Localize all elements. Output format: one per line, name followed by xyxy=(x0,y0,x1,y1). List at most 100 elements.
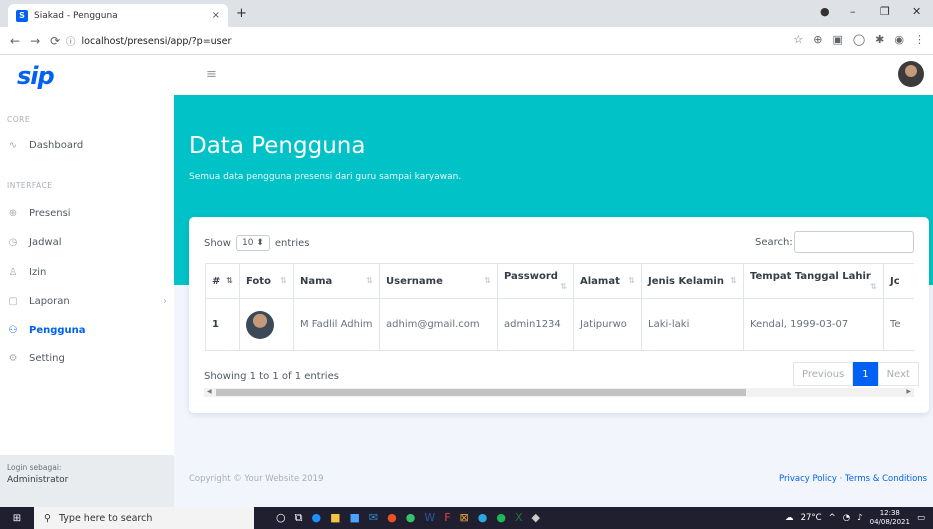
reload-icon[interactable]: ⟳ xyxy=(50,34,60,48)
minimize-icon[interactable]: – xyxy=(850,5,856,18)
footer-links: Privacy Policy · Terms & Conditions xyxy=(779,474,927,484)
top-navbar: sip ≡ xyxy=(0,55,933,95)
sort-icon: ⇅ xyxy=(484,275,491,285)
tray-chevron-icon[interactable]: ^ xyxy=(829,513,836,523)
table-row: 1 M Fadlil Adhim adhim@gmail.com admin12… xyxy=(205,298,914,351)
file-explorer-icon[interactable]: ■ xyxy=(330,511,340,525)
search-input[interactable] xyxy=(794,231,914,253)
column-header[interactable]: Username ⇅ xyxy=(379,263,498,299)
column-header[interactable]: Jc xyxy=(883,263,914,299)
new-tab-button[interactable]: + xyxy=(236,6,247,21)
show-label: Show xyxy=(204,237,231,249)
weather-icon[interactable]: ☁ xyxy=(785,513,794,523)
maximize-icon[interactable]: ❐ xyxy=(880,5,890,18)
extension-opera-icon[interactable]: ◯ xyxy=(853,33,865,46)
extensions-puzzle-icon[interactable]: ✱ xyxy=(875,33,884,46)
sidebar-item-label: Jadwal xyxy=(29,237,62,248)
volume-icon[interactable]: ♪ xyxy=(857,513,862,523)
sidebar-toggle-icon[interactable]: ≡ xyxy=(206,67,217,82)
windows-start-icon[interactable]: ⊞ xyxy=(0,513,34,524)
privacy-link[interactable]: Privacy Policy xyxy=(779,474,837,484)
store-icon[interactable]: ■ xyxy=(349,511,359,525)
window-close-icon[interactable]: ✕ xyxy=(912,5,921,18)
sidebar-heading-core: CORE xyxy=(7,115,31,124)
page-1-button[interactable]: 1 xyxy=(853,362,878,386)
next-button[interactable]: Next xyxy=(877,362,919,386)
app-red-icon[interactable]: F xyxy=(444,511,450,525)
extension-window-icon[interactable]: ▣ xyxy=(832,33,842,46)
network-icon[interactable]: ◔ xyxy=(843,513,850,523)
excel-icon[interactable]: X xyxy=(515,511,523,525)
app-gray-icon[interactable]: ◆ xyxy=(532,511,540,525)
word-icon[interactable]: W xyxy=(424,511,435,525)
xampp-icon[interactable]: ⊠ xyxy=(460,511,469,525)
scroll-left-icon[interactable]: ◀ xyxy=(207,388,212,395)
footer-separator: · xyxy=(836,474,846,484)
column-header[interactable]: Foto ⇅ xyxy=(239,263,294,299)
horizontal-scrollbar[interactable]: ◀ ▶ xyxy=(204,388,914,397)
info-icon: ⓘ xyxy=(66,37,76,48)
scroll-right-icon[interactable]: ▶ xyxy=(906,388,911,395)
user-avatar[interactable] xyxy=(898,61,924,87)
settings-icon: ⚙ xyxy=(8,353,18,364)
url-field[interactable]: ⓘ localhost/presensi/app/?p=user xyxy=(66,32,766,50)
mail-icon[interactable]: ✉ xyxy=(369,511,378,525)
sidebar-item-label: Dashboard xyxy=(29,140,84,151)
previous-button[interactable]: Previous xyxy=(793,362,854,386)
sort-icon: ⇅ xyxy=(560,282,567,291)
table-header-row: # ⇅ Foto ⇅ Nama ⇅ Username ⇅ Password ⇅ Alama… xyxy=(205,263,914,299)
sidebar-item-label: Laporan xyxy=(29,296,70,307)
taskbar-apps: ○ ⧉ ● ■ ■ ✉ ● ● W F ⊠ ● ● X ◆ xyxy=(276,511,540,525)
scrollbar-thumb[interactable] xyxy=(216,389,746,396)
forward-icon[interactable]: → xyxy=(30,34,40,48)
edge-icon[interactable]: ● xyxy=(311,511,321,525)
page-title: Data Pengguna xyxy=(189,133,366,159)
sidebar-footer: Login sebagai: Administrator xyxy=(0,455,174,507)
sidebar-item-setting[interactable]: ⚙ Setting xyxy=(7,353,167,364)
column-header[interactable]: # ⇅ xyxy=(205,263,240,299)
back-icon[interactable]: ← xyxy=(10,34,20,48)
sidebar-item-izin[interactable]: ♙ Izin xyxy=(7,267,167,278)
page-length-select[interactable]: 10 ⬍ xyxy=(235,235,270,251)
users-table: # ⇅ Foto ⇅ Nama ⇅ Username ⇅ Password ⇅ Alama… xyxy=(205,263,914,351)
sort-icon: ⇅ xyxy=(730,275,737,285)
tab-close-icon[interactable]: × xyxy=(212,10,220,21)
spotify-icon[interactable]: ● xyxy=(496,511,506,525)
page-subtitle: Semua data pengguna presensi dari guru s… xyxy=(189,172,462,182)
sidebar-item-laporan[interactable]: ▢ Laporan › xyxy=(7,296,167,307)
column-header[interactable]: Nama ⇅ xyxy=(293,263,380,299)
sidebar-item-jadwal[interactable]: ◷ Jadwal xyxy=(7,237,167,248)
column-header[interactable]: Alamat ⇅ xyxy=(573,263,642,299)
column-header[interactable]: Tempat Tanggal Lahir ⇅ xyxy=(743,263,884,299)
column-header[interactable]: Password ⇅ xyxy=(497,263,574,299)
cell-username: adhim@gmail.com xyxy=(379,298,498,351)
favicon-icon: S xyxy=(16,9,28,22)
cortana-icon[interactable]: ○ xyxy=(276,511,286,525)
cell-ttl: Kendal, 1999-03-07 xyxy=(743,298,884,351)
sidebar-item-presensi[interactable]: ⊕ Presensi xyxy=(7,208,167,219)
app-green-icon[interactable]: ● xyxy=(406,511,416,525)
windows-taskbar: ⊞ ⚲ Type here to search ○ ⧉ ● ■ ■ ✉ ● ● … xyxy=(0,507,933,529)
bookmark-star-icon[interactable]: ☆ xyxy=(793,33,803,46)
terms-link[interactable]: Terms & Conditions xyxy=(845,474,927,484)
notification-icon[interactable]: ▭ xyxy=(917,513,925,523)
sort-icon: ⇅ xyxy=(280,275,287,285)
task-view-icon[interactable]: ⧉ xyxy=(295,511,303,525)
clock-date: 04/08/2021 xyxy=(869,518,910,526)
profile-icon[interactable]: ● xyxy=(820,5,830,18)
extension-avatar-icon[interactable]: ◉ xyxy=(894,33,904,46)
search-label: Search: xyxy=(755,237,793,248)
app-blue-icon[interactable]: ● xyxy=(478,511,488,525)
taskbar-search[interactable]: ⚲ Type here to search xyxy=(34,507,254,529)
weather-text: 27°C xyxy=(800,513,822,523)
page-length-control: Show 10 ⬍ entries xyxy=(204,235,310,251)
extension-globe-icon[interactable]: ⊕ xyxy=(813,33,822,46)
brand-logo[interactable]: sip xyxy=(17,62,55,90)
sidebar-item-pengguna[interactable]: ⚇ Pengguna xyxy=(7,325,167,336)
browser-tab[interactable]: S Siakad - Pengguna × xyxy=(8,4,228,27)
chrome-icon[interactable]: ● xyxy=(387,511,397,525)
sidebar-item-dashboard[interactable]: ∿ Dashboard xyxy=(7,140,167,151)
clock[interactable]: 12:38 04/08/2021 xyxy=(870,509,910,527)
column-header[interactable]: Jenis Kelamin ⇅ xyxy=(641,263,744,299)
browser-menu-icon[interactable]: ⋮ xyxy=(914,33,925,46)
